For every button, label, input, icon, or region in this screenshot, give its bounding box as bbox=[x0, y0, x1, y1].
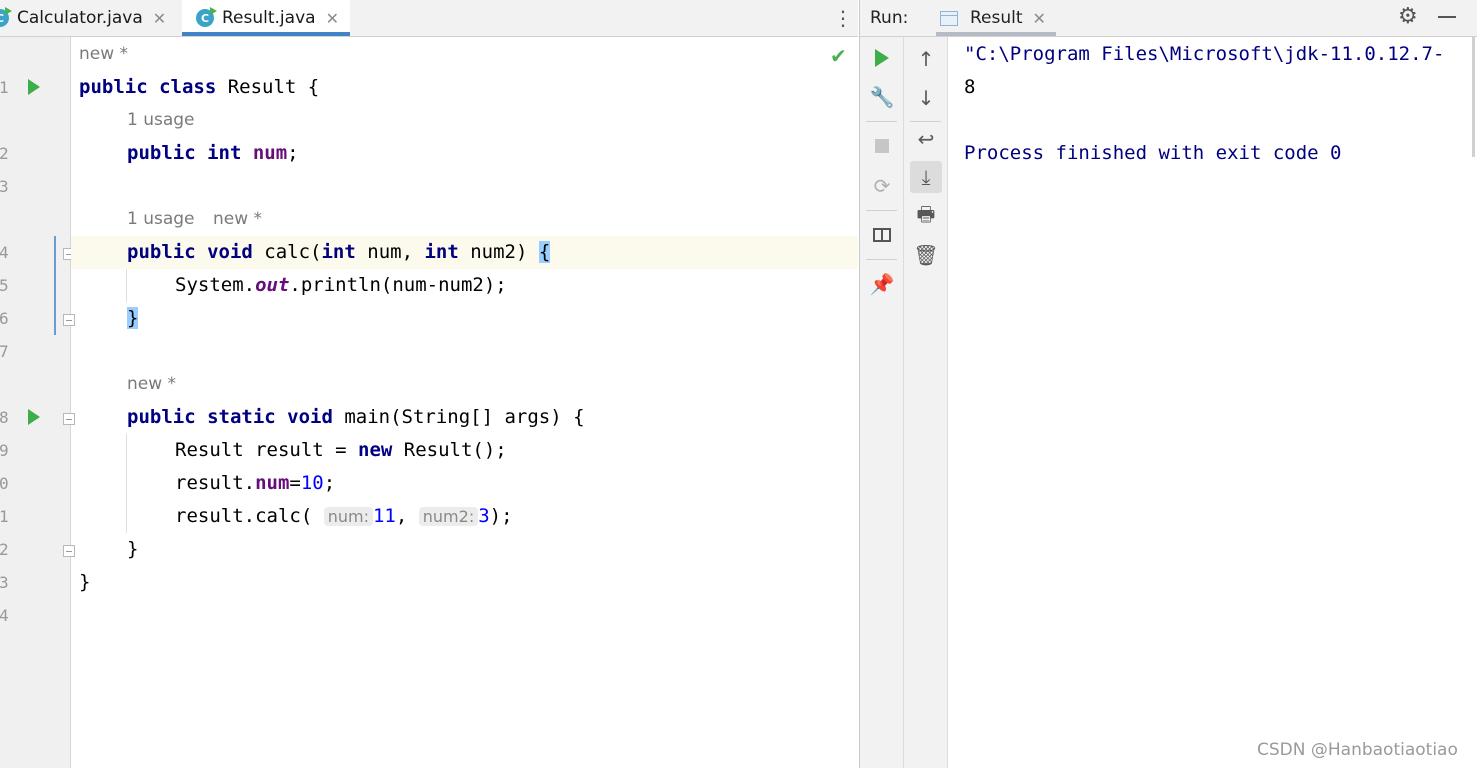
java-class-icon: C bbox=[0, 7, 12, 27]
code-line-5: System.out.println(num-num2); bbox=[175, 274, 507, 296]
scroll-to-end-icon[interactable]: ⤓ bbox=[910, 161, 942, 193]
line-gutter: 1 2 3 4 5 6 7 8 9 0 1 2 3 4 bbox=[0, 37, 75, 768]
wrench-icon[interactable]: 🔧 bbox=[868, 83, 896, 111]
tab-label: Calculator.java bbox=[17, 8, 143, 28]
code-line-12: } bbox=[127, 538, 139, 560]
console-line: "C:\Program Files\Microsoft\jdk-11.0.12.… bbox=[964, 43, 1445, 65]
run-gutter-icon[interactable] bbox=[28, 79, 40, 95]
code-line-11: result.calc( num: 11, num2: 3); bbox=[175, 505, 513, 527]
line-number: 0 bbox=[0, 474, 9, 493]
line-number: 4 bbox=[0, 606, 9, 625]
toolbar-separator bbox=[866, 259, 897, 260]
arrow-up-icon[interactable]: ↑ bbox=[912, 45, 940, 73]
console-line: Process finished with exit code 0 bbox=[964, 142, 1342, 164]
run-header: Run: Result ✕ ⚙ bbox=[860, 0, 1477, 37]
line-number: 5 bbox=[0, 276, 9, 295]
line-number: 3 bbox=[0, 573, 9, 592]
code-line-13: } bbox=[79, 571, 91, 593]
minimize-icon[interactable] bbox=[1438, 16, 1456, 18]
code-line-8: public static void main(String[] args) { bbox=[127, 406, 585, 428]
tab-label: Result.java bbox=[222, 8, 316, 28]
tab-result-java[interactable]: C Result.java ✕ bbox=[182, 0, 350, 36]
toolbar-separator bbox=[910, 121, 941, 122]
run-tab-result[interactable]: Result ✕ bbox=[936, 0, 1056, 36]
active-tab-indicator bbox=[182, 32, 350, 36]
soft-wrap-icon[interactable]: ↩ bbox=[912, 125, 940, 153]
trash-icon[interactable]: 🗑 bbox=[912, 241, 940, 269]
run-tab-label: Result bbox=[970, 8, 1023, 28]
run-gutter-icon[interactable] bbox=[28, 409, 40, 425]
line-number: 1 bbox=[0, 78, 9, 97]
close-icon[interactable]: ✕ bbox=[1033, 9, 1046, 28]
line-number: 3 bbox=[0, 177, 9, 196]
run-toolbar-secondary: ↑ ↓ ↩ ⤓ 🖶 🗑 bbox=[904, 37, 948, 768]
console-scrollbar[interactable] bbox=[1472, 37, 1475, 157]
code-line-10: result.num=10; bbox=[175, 472, 336, 494]
line-number: 8 bbox=[0, 408, 9, 427]
indent-guide bbox=[126, 269, 127, 302]
line-number: 2 bbox=[0, 540, 9, 559]
author-hint[interactable]: new * bbox=[213, 203, 262, 236]
run-label: Run: bbox=[870, 8, 909, 28]
pin-icon[interactable]: 📌 bbox=[868, 270, 896, 298]
line-number: 2 bbox=[0, 144, 9, 163]
run-tool-window: Run: Result ✕ ⚙ 🔧 ⟳ 📌 ↑ ↓ ↩ ⤓ 🖶 � bbox=[859, 0, 1477, 768]
close-icon[interactable]: ✕ bbox=[326, 9, 339, 28]
line-number: 4 bbox=[0, 243, 9, 262]
code-line-2: public int num; bbox=[127, 142, 299, 164]
gear-icon[interactable]: ⚙ bbox=[1398, 4, 1418, 29]
toolbar-separator bbox=[866, 121, 897, 122]
editor-pane: C Calculator.java ✕ C Result.java ✕ ⋮ 1 … bbox=[0, 0, 858, 768]
java-class-icon: C bbox=[196, 7, 217, 27]
stop-icon[interactable] bbox=[868, 132, 896, 160]
author-hint[interactable]: new * bbox=[79, 38, 128, 71]
print-icon[interactable]: 🖶 bbox=[912, 202, 940, 231]
more-options-icon[interactable]: ⋮ bbox=[833, 6, 853, 30]
code-line-1: public class Result { bbox=[79, 76, 320, 98]
rerun-icon[interactable] bbox=[868, 44, 896, 72]
rerun-failed-icon[interactable]: ⟳ bbox=[868, 172, 896, 200]
code-line-4: public void calc(int num, int num2) { bbox=[127, 241, 551, 263]
change-marker bbox=[54, 236, 56, 335]
watermark: CSDN @Hanbaotiaotiao bbox=[1257, 740, 1458, 760]
author-hint[interactable]: new * bbox=[127, 368, 176, 401]
indent-guide bbox=[126, 434, 127, 533]
active-tab-indicator bbox=[936, 32, 1056, 36]
console-output[interactable]: "C:\Program Files\Microsoft\jdk-11.0.12.… bbox=[948, 37, 1468, 768]
editor-tab-bar: C Calculator.java ✕ C Result.java ✕ ⋮ bbox=[0, 0, 858, 37]
tab-calculator-java[interactable]: C Calculator.java ✕ bbox=[0, 0, 166, 36]
usage-hint[interactable]: 1 usage bbox=[127, 203, 195, 236]
line-number: 9 bbox=[0, 441, 9, 460]
console-line: 8 bbox=[964, 76, 976, 98]
line-number: 6 bbox=[0, 309, 9, 328]
console-tab-icon bbox=[940, 10, 958, 26]
usage-hint[interactable]: 1 usage bbox=[127, 104, 195, 137]
line-number: 1 bbox=[0, 507, 9, 526]
toolbar-separator bbox=[866, 210, 897, 211]
run-toolbar-primary: 🔧 ⟳ 📌 bbox=[860, 37, 904, 768]
parameter-hint: num2: bbox=[418, 507, 479, 526]
code-line-6: } bbox=[127, 307, 139, 329]
code-area[interactable]: new * public class Result { 1 usage publ… bbox=[71, 37, 858, 768]
close-icon[interactable]: ✕ bbox=[153, 9, 166, 28]
line-number: 7 bbox=[0, 342, 9, 361]
arrow-down-icon[interactable]: ↓ bbox=[912, 84, 940, 112]
layout-icon[interactable] bbox=[868, 221, 896, 249]
inspection-ok-icon[interactable]: ✔ bbox=[830, 44, 847, 68]
code-line-9: Result result = new Result(); bbox=[175, 439, 507, 461]
parameter-hint: num: bbox=[323, 507, 373, 526]
